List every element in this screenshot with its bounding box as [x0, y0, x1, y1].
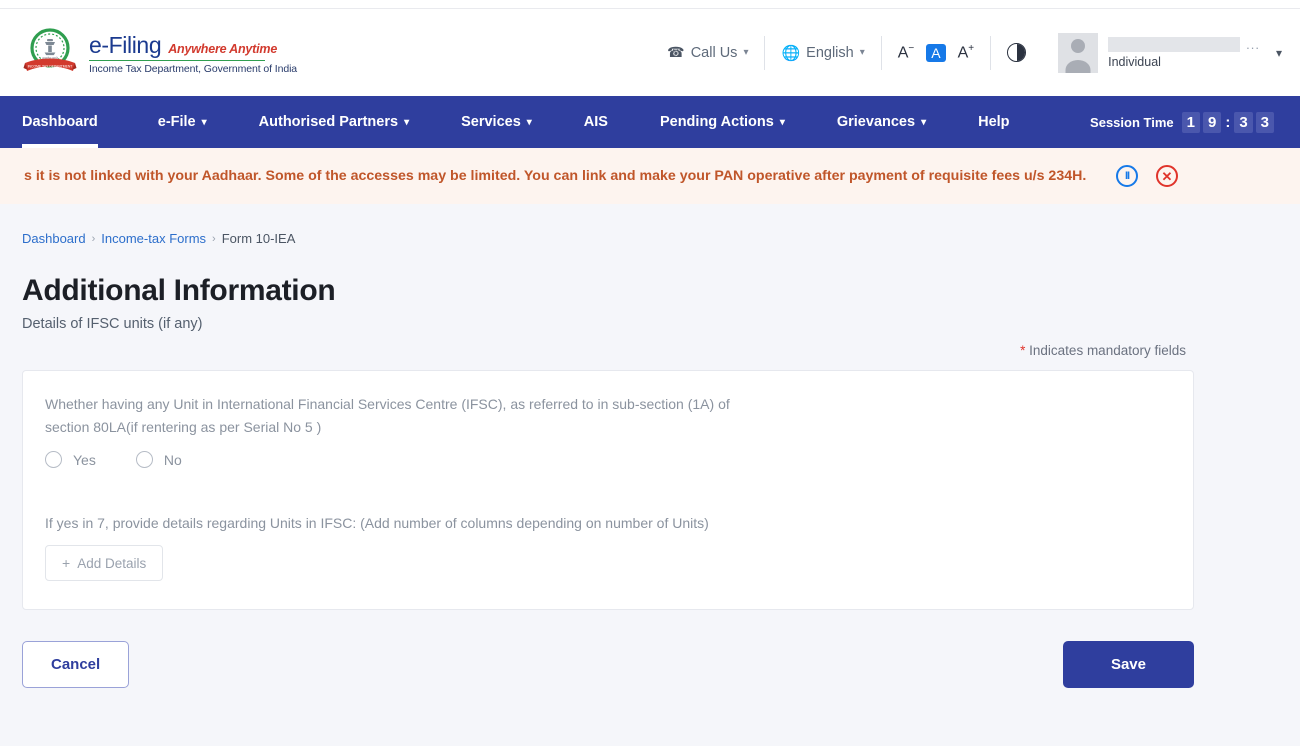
top-strip: [0, 0, 1300, 9]
add-details-label: Add Details: [77, 556, 146, 571]
close-icon: ✕: [1162, 170, 1173, 183]
nav-label: Authorised Partners: [259, 114, 398, 130]
contrast-toggle[interactable]: [991, 43, 1042, 62]
nav-label: Help: [978, 114, 1009, 130]
chevron-down-icon: ▾: [743, 47, 748, 58]
chevron-down-icon: ▾: [1276, 46, 1282, 60]
plus-icon: +: [62, 555, 70, 571]
header-utilities: ☎ Call Us ▾ 🌐 English ▾ A− A A+ ...: [651, 9, 1282, 96]
radio-label-no: No: [164, 452, 182, 468]
phone-icon: ☎: [667, 44, 684, 61]
language-label: English: [806, 45, 854, 61]
font-decrease-button[interactable]: A−: [898, 44, 915, 61]
font-increase-button[interactable]: A+: [958, 44, 975, 61]
nav-item-efile[interactable]: e-File ▾: [132, 96, 233, 148]
mandatory-note-label: Indicates mandatory fields: [1029, 343, 1186, 358]
nav-item-help[interactable]: Help: [952, 96, 1035, 148]
font-normal-button[interactable]: A: [926, 44, 945, 62]
breadcrumb-separator: ›: [212, 233, 216, 245]
avatar: [1058, 33, 1098, 73]
nav-label: AIS: [584, 114, 608, 130]
radio-option-no[interactable]: No: [136, 451, 182, 468]
nav-item-grievances[interactable]: Grievances ▾: [811, 96, 952, 148]
nav-label: e-File: [158, 114, 196, 130]
site-header: सत्यमेव जयते INCOME TAX DEPARTMENT e-Fil…: [0, 9, 1300, 96]
language-menu[interactable]: 🌐 English ▾: [765, 44, 880, 62]
chevron-down-icon: ▾: [860, 47, 865, 58]
breadcrumb-separator: ›: [92, 233, 96, 245]
session-digit: 3: [1256, 112, 1274, 133]
page-title: Additional Information: [22, 274, 1278, 308]
alert-message: s it is not linked with your Aadhaar. So…: [24, 168, 1116, 184]
brand-divider: [89, 60, 265, 62]
radio-option-yes[interactable]: Yes: [45, 451, 96, 468]
radio-label-yes: Yes: [73, 452, 96, 468]
session-digit: 9: [1203, 112, 1221, 133]
mandatory-fields-note: * Indicates mandatory fields: [22, 343, 1278, 358]
breadcrumb: Dashboard › Income-tax Forms › Form 10-I…: [22, 204, 1278, 246]
session-digit: 3: [1234, 112, 1252, 133]
nav-item-dashboard[interactable]: Dashboard: [22, 96, 132, 148]
breadcrumb-item-current: Form 10-IEA: [222, 231, 296, 246]
contrast-icon: [1007, 43, 1026, 62]
question-1-label: Whether having any Unit in International…: [45, 393, 775, 438]
radio-circle-icon: [136, 451, 153, 468]
question-2-label: If yes in 7, provide details regarding U…: [45, 515, 1171, 531]
chevron-down-icon: ▾: [202, 117, 207, 128]
alert-actions: II ✕: [1116, 165, 1178, 187]
add-details-button[interactable]: + Add Details: [45, 545, 163, 581]
page-content: Dashboard › Income-tax Forms › Form 10-I…: [0, 204, 1300, 688]
call-us-label: Call Us: [691, 45, 738, 61]
nav-item-services[interactable]: Services ▾: [435, 96, 558, 148]
close-alert-button[interactable]: ✕: [1156, 165, 1178, 187]
radio-circle-icon: [45, 451, 62, 468]
nav-label: Dashboard: [22, 114, 98, 130]
user-name-ellipsis: ...: [1246, 37, 1260, 52]
call-us-menu[interactable]: ☎ Call Us ▾: [651, 44, 764, 61]
form-actions: Cancel Save: [22, 641, 1194, 688]
brand-subtitle: Income Tax Department, Government of Ind…: [89, 63, 297, 75]
brand-title: e-Filing: [89, 32, 161, 59]
form-card: Whether having any Unit in International…: [22, 370, 1194, 610]
brand-tagline: Anywhere Anytime: [168, 42, 277, 56]
page-subtitle: Details of IFSC units (if any): [22, 316, 1278, 332]
save-button[interactable]: Save: [1063, 641, 1194, 688]
chevron-down-icon: ▾: [780, 117, 785, 128]
pause-icon: II: [1125, 170, 1129, 182]
font-size-controls: A− A A+: [882, 44, 990, 62]
globe-icon: 🌐: [781, 44, 800, 62]
svg-text:INCOME TAX DEPARTMENT: INCOME TAX DEPARTMENT: [28, 64, 73, 68]
session-timer-label: Session Time: [1090, 115, 1174, 130]
session-colon: :: [1224, 114, 1231, 131]
chevron-down-icon: ▾: [527, 117, 532, 128]
session-timer-digits: 1 9 : 3 3: [1182, 112, 1274, 133]
user-profile-menu[interactable]: ... Individual ▾: [1042, 33, 1282, 73]
brand-logo[interactable]: सत्यमेव जयते INCOME TAX DEPARTMENT e-Fil…: [22, 27, 297, 79]
brand-text: e-Filing Anywhere Anytime Income Tax Dep…: [89, 30, 297, 76]
income-tax-emblem-icon: सत्यमेव जयते INCOME TAX DEPARTMENT: [22, 27, 78, 79]
nav-label: Grievances: [837, 114, 915, 130]
session-digit: 1: [1182, 112, 1200, 133]
breadcrumb-item-income-tax-forms[interactable]: Income-tax Forms: [101, 231, 206, 246]
nav-item-authorised-partners[interactable]: Authorised Partners ▾: [233, 96, 435, 148]
session-timer: Session Time 1 9 : 3 3: [1090, 112, 1274, 133]
alert-banner: s it is not linked with your Aadhaar. So…: [0, 148, 1300, 204]
pause-marquee-button[interactable]: II: [1116, 165, 1138, 187]
mandatory-star: *: [1020, 343, 1025, 358]
user-name-redacted: [1108, 37, 1240, 52]
nav-item-pending-actions[interactable]: Pending Actions ▾: [634, 96, 811, 148]
nav-label: Services: [461, 114, 521, 130]
nav-label: Pending Actions: [660, 114, 774, 130]
nav-item-ais[interactable]: AIS: [558, 96, 634, 148]
chevron-down-icon: ▾: [404, 117, 409, 128]
user-meta: ... Individual: [1108, 37, 1260, 69]
chevron-down-icon: ▾: [921, 117, 926, 128]
breadcrumb-item-dashboard[interactable]: Dashboard: [22, 231, 86, 246]
ifsc-unit-radio-group: Yes No: [45, 451, 1171, 468]
main-navigation: Dashboard e-File ▾ Authorised Partners ▾…: [0, 96, 1300, 148]
user-type-label: Individual: [1108, 55, 1260, 69]
cancel-button[interactable]: Cancel: [22, 641, 129, 688]
